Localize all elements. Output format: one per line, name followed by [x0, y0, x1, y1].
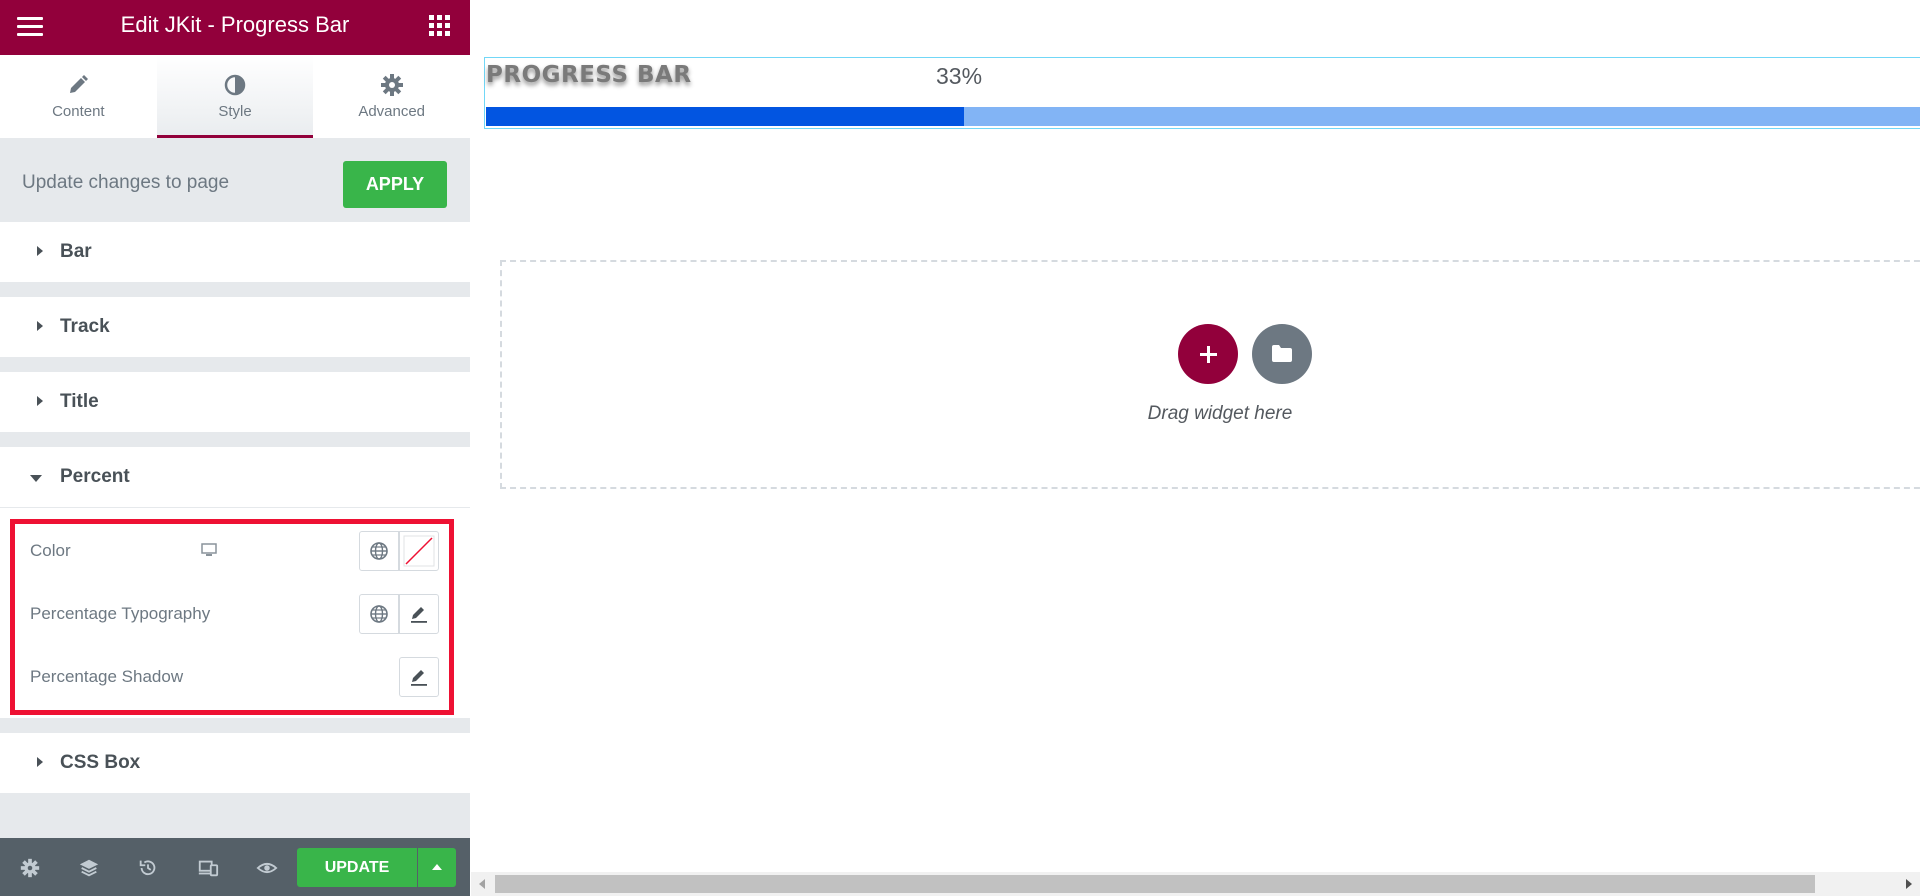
panel-tabs: Content Style Advanced: [0, 55, 470, 138]
update-button[interactable]: UPDATE: [297, 848, 417, 887]
section-title[interactable]: Title: [0, 372, 470, 432]
progress-title: PROGRESS BAR: [486, 62, 692, 88]
pencil-icon: [411, 670, 427, 686]
add-section-button[interactable]: [1178, 324, 1238, 384]
gear-icon: [380, 74, 403, 96]
panel-title: Edit JKit - Progress Bar: [120, 12, 350, 37]
caret-right-icon: [37, 757, 43, 767]
section-title-label: Title: [60, 391, 99, 412]
section-css-box-label: CSS Box: [60, 752, 141, 773]
settings-icon[interactable]: [19, 857, 41, 879]
apply-button[interactable]: APPLY: [343, 161, 447, 208]
tab-advanced-label: Advanced: [358, 103, 426, 120]
plus-icon-vertical: [1207, 346, 1210, 363]
half-circle-icon: [224, 74, 246, 96]
responsive-mode-icon[interactable]: [197, 857, 219, 879]
section-percent-label: Percent: [60, 466, 130, 487]
tab-style-label: Style: [218, 103, 252, 120]
add-template-button[interactable]: [1252, 324, 1312, 384]
section-track-label: Track: [60, 316, 110, 337]
section-percent[interactable]: Percent: [0, 447, 470, 507]
desktop-icon[interactable]: [201, 543, 217, 557]
section-bar[interactable]: Bar: [0, 222, 470, 282]
section-css-box[interactable]: CSS Box: [0, 733, 470, 793]
globe-icon: [370, 605, 388, 623]
panel-footer: UPDATE: [0, 838, 470, 896]
progress-percent: 33%: [936, 63, 983, 89]
widgets-grid-icon[interactable]: [429, 15, 450, 36]
global-colors-button[interactable]: [359, 531, 399, 571]
history-icon[interactable]: [137, 857, 159, 879]
edit-shadow-button[interactable]: [399, 657, 439, 697]
horizontal-scrollbar[interactable]: [471, 872, 1920, 896]
typography-label: Percentage Typography: [30, 604, 211, 623]
tab-content[interactable]: Content: [0, 55, 157, 138]
preview-canvas: PROGRESS BAR 33% Drag widget here: [471, 0, 1920, 896]
pencil-icon: [411, 607, 427, 623]
globe-icon: [370, 542, 388, 560]
menu-icon[interactable]: [17, 17, 43, 37]
percent-controls: Color Percentage Typography Percentage S…: [0, 507, 470, 718]
scroll-thumb[interactable]: [495, 875, 1815, 893]
drop-zone-text: Drag widget here: [1147, 403, 1293, 424]
color-control: Color: [30, 531, 450, 571]
caret-right-icon: [37, 246, 43, 256]
progress-bar-widget[interactable]: PROGRESS BAR 33%: [484, 57, 1920, 129]
caret-up-icon: [432, 864, 442, 870]
folder-icon: [1272, 345, 1292, 362]
progress-fill: [486, 107, 964, 126]
shadow-label: Percentage Shadow: [30, 667, 184, 686]
preview-eye-icon[interactable]: [256, 857, 278, 879]
global-fonts-button[interactable]: [359, 594, 399, 634]
tab-style[interactable]: Style: [156, 55, 314, 138]
caret-down-icon: [30, 475, 42, 482]
color-picker-swatch[interactable]: [399, 531, 439, 571]
pencil-icon: [70, 75, 89, 93]
drop-zone[interactable]: Drag widget here: [500, 260, 1920, 489]
panel-header: Edit JKit - Progress Bar: [0, 0, 470, 55]
scroll-left-icon[interactable]: [479, 879, 485, 889]
update-notice: Update changes to page APPLY: [0, 138, 470, 222]
update-message: Update changes to page: [22, 172, 230, 193]
update-options-button[interactable]: [418, 848, 456, 887]
caret-right-icon: [37, 396, 43, 406]
tab-content-label: Content: [52, 103, 105, 120]
editor-panel: Edit JKit - Progress Bar Content Style A…: [0, 0, 470, 896]
tab-advanced[interactable]: Advanced: [313, 55, 470, 138]
section-track[interactable]: Track: [0, 297, 470, 357]
edit-typography-button[interactable]: [399, 594, 439, 634]
scroll-right-icon[interactable]: [1906, 879, 1912, 889]
caret-right-icon: [37, 321, 43, 331]
color-label: Color: [30, 541, 71, 560]
section-bar-label: Bar: [60, 241, 92, 262]
layers-icon[interactable]: [78, 857, 100, 879]
typography-control: Percentage Typography: [30, 594, 450, 634]
shadow-control: Percentage Shadow: [30, 657, 450, 697]
no-color-icon: [403, 535, 435, 567]
progress-track: [486, 107, 1920, 126]
